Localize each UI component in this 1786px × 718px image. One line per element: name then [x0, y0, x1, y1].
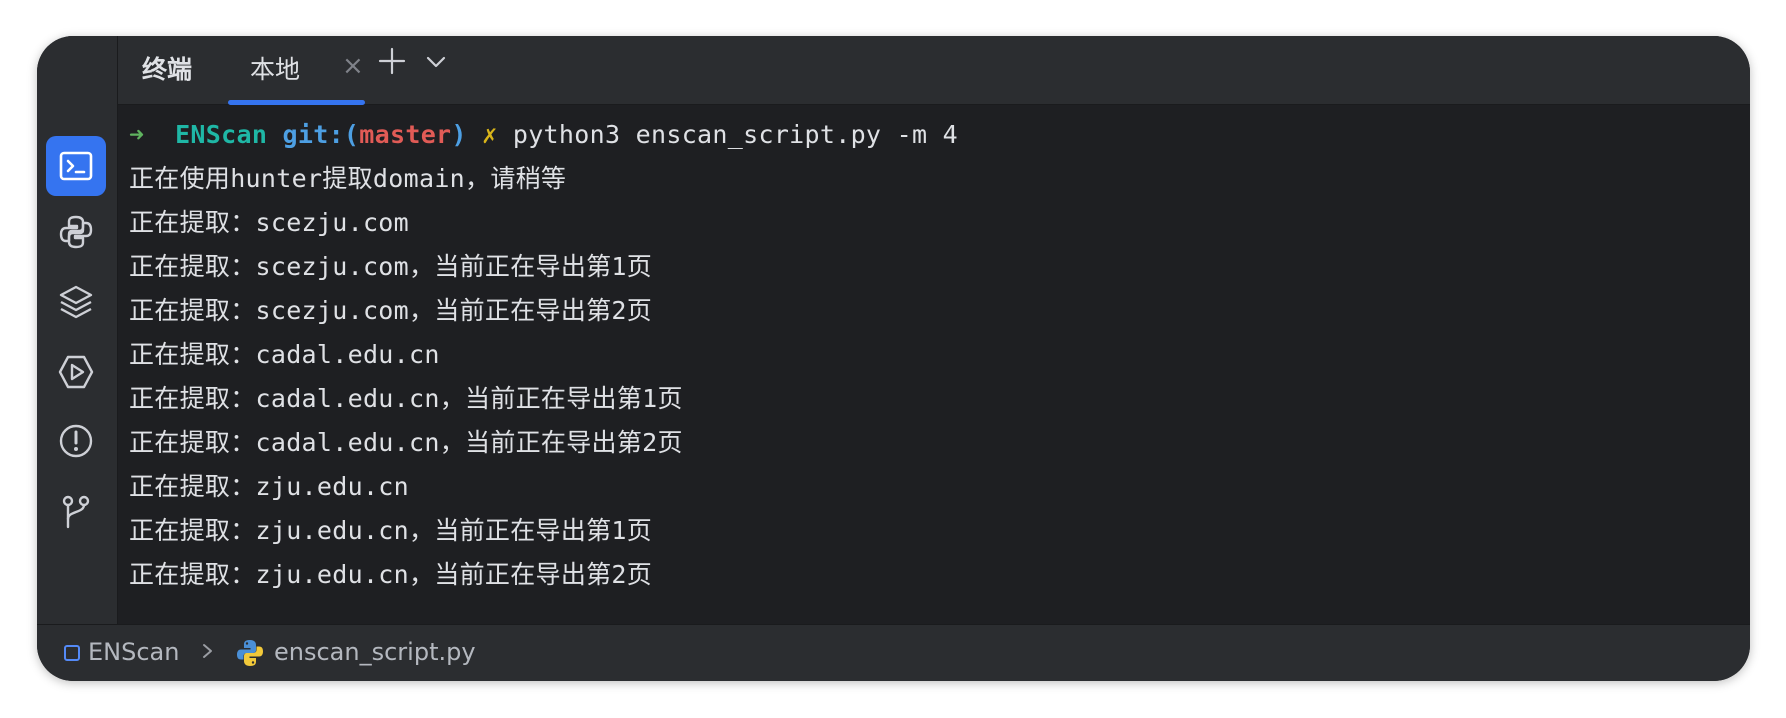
git-branch-icon [62, 495, 90, 529]
breadcrumb-project[interactable]: ENScan [88, 638, 179, 666]
prompt-git-prefix: git:( [282, 120, 360, 149]
run-tool-button[interactable] [46, 342, 106, 402]
terminal-icon [59, 151, 93, 181]
terminal-tab-bar: 终端 本地 × [118, 36, 1750, 105]
prompt-branch: master [359, 120, 452, 149]
breadcrumb: ENScan enscan_script.py [37, 624, 1750, 681]
prompt-arrow-icon: ➜ [129, 120, 145, 149]
tool-window-bar [37, 36, 118, 625]
prompt-line: ➜ ENScan git:(master) ✗ python3 enscan_s… [129, 113, 1750, 157]
layers-icon [59, 285, 93, 319]
tab-close-icon[interactable]: × [342, 53, 364, 79]
output-line: 正在提取：cadal.edu.cn，当前正在导出第1页 [129, 384, 683, 413]
output-line: 正在使用hunter提取domain，请稍等 [129, 164, 567, 193]
output-line: 正在提取：scezju.com，当前正在导出第1页 [129, 252, 653, 281]
chevron-down-icon[interactable] [424, 50, 448, 74]
breadcrumb-file[interactable]: enscan_script.py [274, 638, 476, 666]
output-line: 正在提取：zju.edu.cn，当前正在导出第1页 [129, 516, 653, 545]
run-icon [58, 355, 94, 389]
terminal-output[interactable]: ➜ ENScan git:(master) ✗ python3 enscan_s… [118, 105, 1750, 625]
terminal-tool-button[interactable] [46, 136, 106, 196]
layers-tool-button[interactable] [46, 272, 106, 332]
new-tab-plus-icon[interactable] [377, 46, 407, 76]
tool-window-title: 终端 [142, 55, 193, 84]
output-line: 正在提取：cadal.edu.cn [129, 340, 440, 369]
problems-tool-button[interactable] [46, 411, 106, 471]
output-line: 正在提取：scezju.com [129, 208, 410, 237]
ide-window: 终端 本地 × ➜ ENScan git:(master) ✗ python3 … [37, 36, 1750, 681]
python-console-tool-button[interactable] [46, 202, 106, 262]
prompt-dirty-mark: ✗ [482, 120, 498, 149]
output-line: 正在提取：zju.edu.cn [129, 472, 410, 501]
python-console-icon [59, 215, 93, 249]
prompt-directory: ENScan [175, 120, 268, 149]
prompt-git-suffix: ) [451, 120, 467, 149]
module-icon [64, 645, 80, 661]
output-line: 正在提取：cadal.edu.cn，当前正在导出第2页 [129, 428, 683, 457]
output-line: 正在提取：zju.edu.cn，当前正在导出第2页 [129, 560, 653, 589]
output-line: 正在提取：scezju.com，当前正在导出第2页 [129, 296, 653, 325]
problems-icon [59, 424, 93, 458]
git-tool-button[interactable] [46, 481, 106, 541]
tab-local[interactable]: 本地 [250, 50, 300, 86]
chevron-right-icon [203, 644, 212, 658]
python-file-icon [237, 640, 263, 666]
prompt-command: python3 enscan_script.py -m 4 [512, 120, 959, 149]
